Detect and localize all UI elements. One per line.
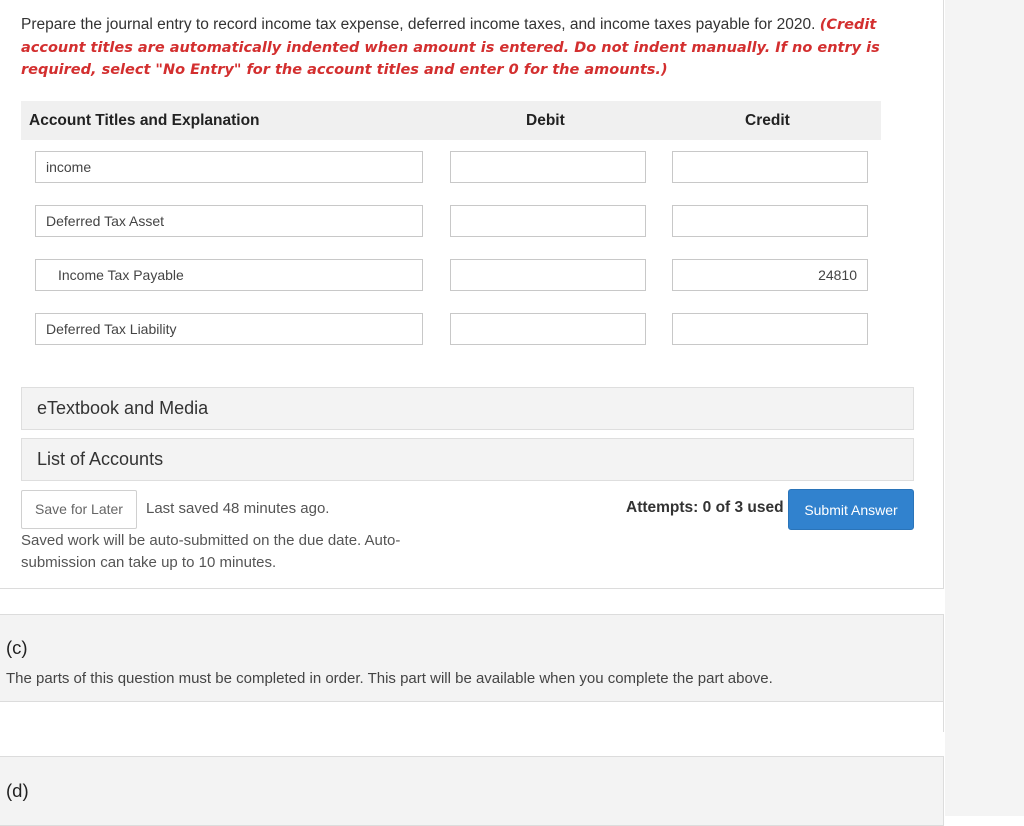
attempts-counter: Attempts: 0 of 3 used — [626, 499, 784, 516]
question-panel: Prepare the journal entry to record inco… — [0, 0, 944, 589]
header-account-titles: Account Titles and Explanation — [29, 112, 260, 129]
header-credit: Credit — [745, 112, 790, 129]
debit-field[interactable] — [450, 259, 646, 291]
autosubmit-note: Saved work will be auto-submitted on the… — [21, 532, 401, 571]
credit-field[interactable] — [672, 205, 868, 237]
save-for-later-button[interactable]: Save for Later — [21, 490, 137, 529]
right-gutter — [945, 0, 1024, 816]
debit-field[interactable] — [450, 205, 646, 237]
etextbook-media-toggle[interactable]: eTextbook and Media — [21, 387, 914, 430]
debit-field[interactable] — [450, 151, 646, 183]
instructions-text: Prepare the journal entry to record inco… — [21, 16, 816, 33]
submit-answer-button[interactable]: Submit Answer — [788, 489, 914, 530]
account-title-field[interactable]: Deferred Tax Liability — [35, 313, 423, 345]
journal-table-header: Account Titles and Explanation Debit Cre… — [21, 101, 881, 140]
credit-field[interactable]: 24810 — [672, 259, 868, 291]
part-c-label: (c) — [6, 637, 28, 658]
account-title-field[interactable]: Deferred Tax Asset — [35, 205, 423, 237]
credit-field[interactable] — [672, 313, 868, 345]
part-d-label: (d) — [6, 780, 29, 801]
part-c-panel: (c) The parts of this question must be c… — [0, 614, 944, 733]
last-saved-text: Last saved 48 minutes ago. — [146, 500, 330, 517]
credit-field[interactable] — [672, 151, 868, 183]
list-of-accounts-toggle[interactable]: List of Accounts — [21, 438, 914, 481]
header-debit: Debit — [526, 112, 565, 129]
debit-field[interactable] — [450, 313, 646, 345]
part-c-message: The parts of this question must be compl… — [6, 670, 773, 687]
part-c-body — [0, 701, 943, 733]
account-title-field[interactable]: income — [35, 151, 423, 183]
instructions: Prepare the journal entry to record inco… — [21, 14, 901, 82]
account-title-field[interactable]: Income Tax Payable — [35, 259, 423, 291]
